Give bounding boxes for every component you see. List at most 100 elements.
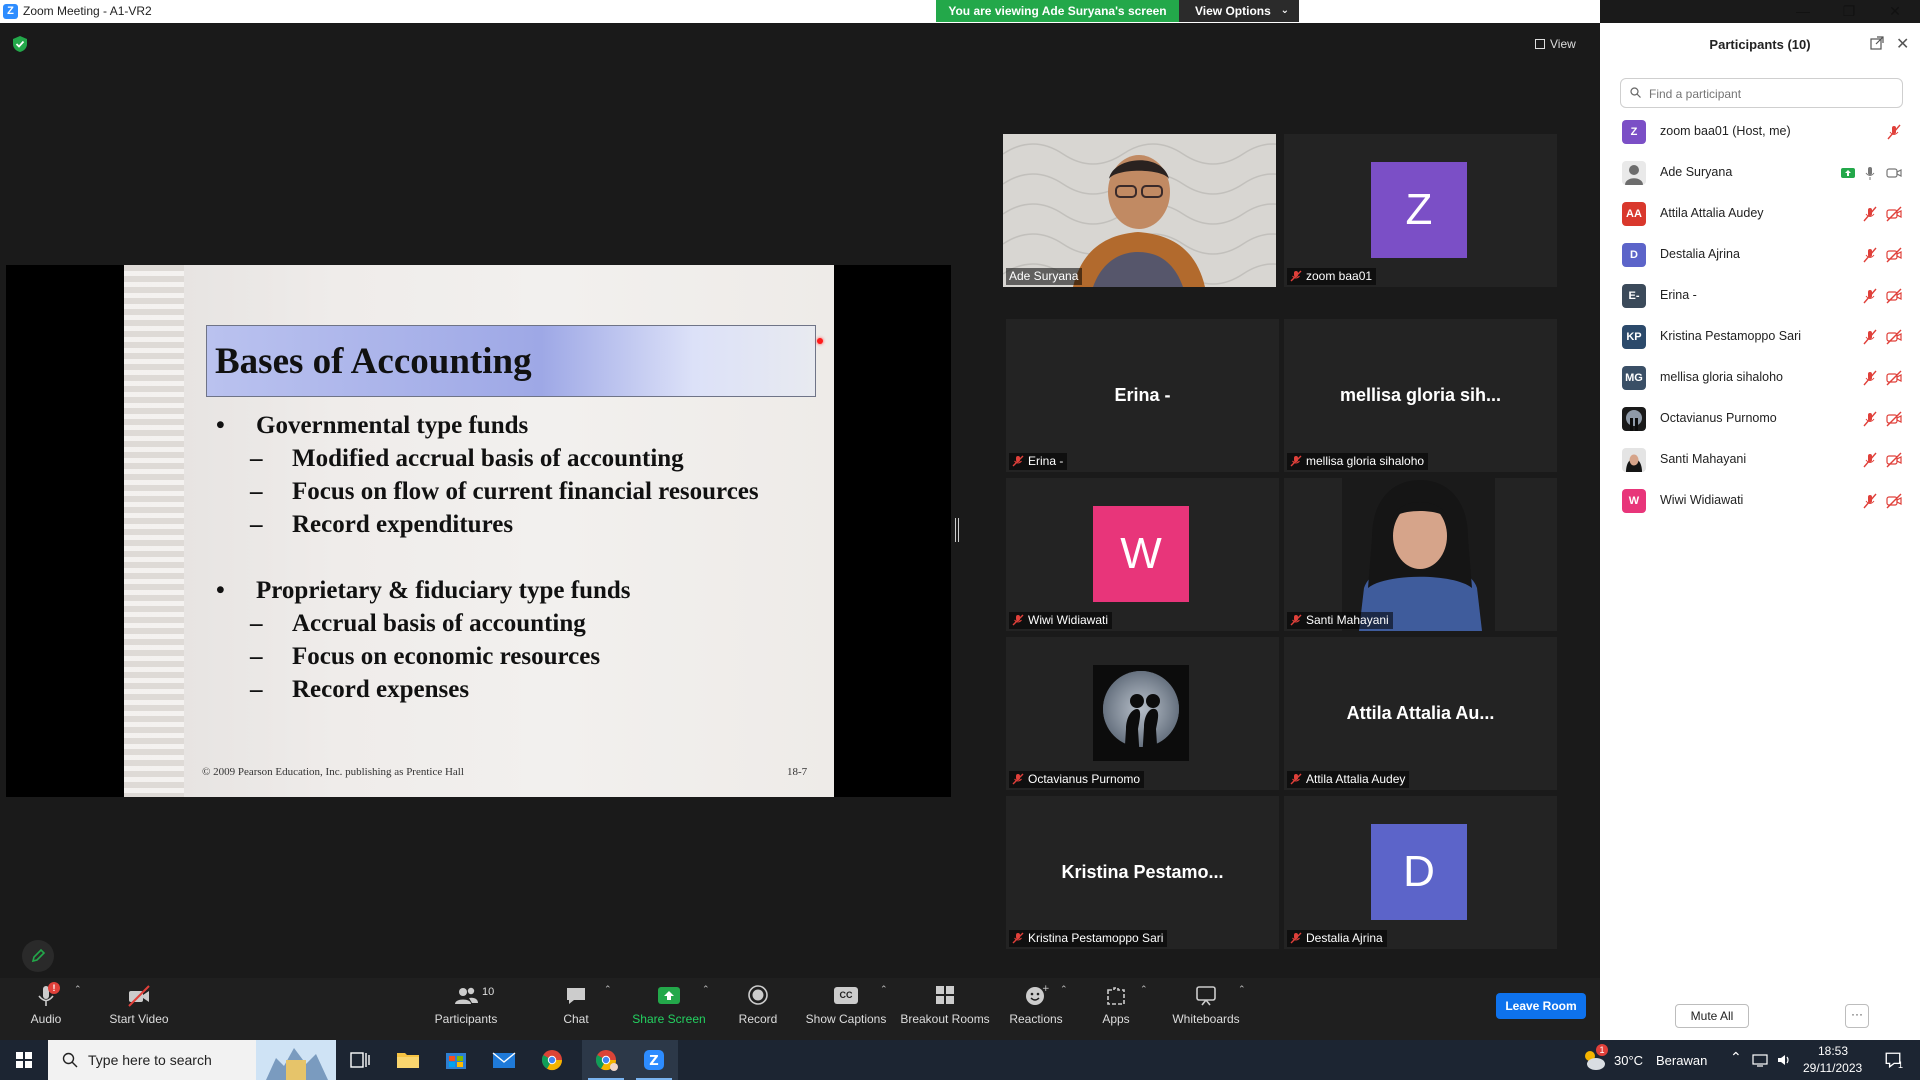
view-label: View [1550,37,1576,51]
mic-muted-icon [1290,773,1302,785]
audio-button[interactable]: ! Audio [24,980,68,1038]
record-icon [748,985,768,1005]
mic-muted-icon[interactable] [1862,329,1878,345]
video-off-icon[interactable] [1886,247,1902,263]
tile-name: Kristina Pestamoppo Sari [1028,931,1164,945]
mic-muted-icon[interactable] [1862,247,1878,263]
reactions-button[interactable]: + Reactions [1008,980,1064,1038]
mic-muted-icon[interactable] [1862,206,1878,222]
video-tile-wiwi[interactable]: W Wiwi Widiawati [1006,478,1279,631]
video-off-icon[interactable] [1886,329,1902,345]
video-tile-ade-suryana[interactable]: Ade Suryana [1003,134,1276,287]
task-view-icon[interactable] [336,1040,384,1080]
popout-icon[interactable] [1870,36,1884,50]
shield-icon[interactable] [12,35,28,53]
participants-button[interactable]: 10 Participants [434,980,498,1038]
chevron-up-icon[interactable]: ⌃ [1140,984,1148,995]
video-off-icon[interactable] [1886,493,1902,509]
video-tile-erina[interactable]: Erina - Erina - [1006,319,1279,472]
participant-row[interactable]: Z zoom baa01 (Host, me) [1600,111,1920,152]
video-off-icon[interactable] [1886,452,1902,468]
chat-button[interactable]: Chat [556,980,596,1038]
video-off-icon[interactable] [1886,288,1902,304]
close-panel-button[interactable]: ✕ [1896,34,1909,54]
chevron-up-icon[interactable]: ⌃ [74,984,82,995]
mic-muted-icon[interactable] [1862,493,1878,509]
participant-row[interactable]: Ade Suryana [1600,152,1920,193]
participant-row[interactable]: Santi Mahayani [1600,439,1920,480]
clock-date[interactable]: 29/11/2023 [1803,1061,1862,1075]
video-tile-destalia[interactable]: D Destalia Ajrina [1284,796,1557,949]
participant-search-field[interactable] [1620,78,1903,108]
show-captions-button[interactable]: CC Show Captions [804,980,888,1038]
svg-text:Z: Z [649,1054,658,1069]
store-icon[interactable] [432,1040,480,1080]
search-icon [1630,87,1641,98]
apps-button[interactable]: Apps [1096,980,1136,1038]
chevron-up-icon[interactable]: ⌃ [1060,984,1068,995]
close-window-button[interactable]: ✕ [1872,0,1918,22]
mic-muted-icon[interactable] [1862,411,1878,427]
participant-row[interactable]: AA Attila Attalia Audey [1600,193,1920,234]
video-tile-kristina[interactable]: Kristina Pestamo... Kristina Pestamoppo … [1006,796,1279,949]
video-camera-icon[interactable] [1886,165,1902,181]
mic-muted-icon [1012,773,1024,785]
participant-avatar: E- [1622,284,1646,308]
breakout-rooms-button[interactable]: Breakout Rooms [900,980,990,1038]
video-tile-octavianus[interactable]: Octavianus Purnomo [1006,637,1279,790]
mail-icon[interactable] [480,1040,528,1080]
chevron-up-icon[interactable]: ⌃ [880,984,888,995]
view-options-button[interactable]: View Options ⌄ [1179,0,1299,22]
chevron-up-icon[interactable]: ⌃ [1238,984,1246,995]
record-button[interactable]: Record [736,980,780,1038]
chrome-profile-icon[interactable] [582,1040,630,1080]
chevron-up-icon[interactable]: ⌃ [604,984,612,995]
mic-muted-icon[interactable] [1862,370,1878,386]
video-off-icon[interactable] [1886,370,1902,386]
file-explorer-icon[interactable] [384,1040,432,1080]
taskbar-search[interactable]: Type here to search [48,1040,336,1080]
weather-temperature[interactable]: 30°C [1614,1053,1643,1068]
mic-muted-icon[interactable] [1886,124,1902,140]
participant-row[interactable]: W Wiwi Widiawati [1600,480,1920,521]
video-tile-santi[interactable]: Santi Mahayani [1284,478,1557,631]
notification-count: 1 [1898,1060,1904,1070]
video-tile-mellisa[interactable]: mellisa gloria sih... mellisa gloria sih… [1284,319,1557,472]
chrome-icon[interactable] [528,1040,576,1080]
restore-button[interactable]: ❐ [1826,0,1872,22]
participant-row[interactable]: KP Kristina Pestamoppo Sari [1600,316,1920,357]
leave-room-button[interactable]: Leave Room [1496,993,1586,1019]
video-off-icon[interactable] [1886,206,1902,222]
start-video-button[interactable]: Start Video [104,980,174,1038]
video-tile-attila[interactable]: Attila Attalia Au... Attila Attalia Aude… [1284,637,1557,790]
participants-icon [455,987,478,1004]
more-options-button[interactable]: ··· [1845,1004,1869,1028]
whiteboards-button[interactable]: Whiteboards [1170,980,1242,1038]
view-button[interactable]: View [1535,33,1589,55]
zoom-taskbar-icon[interactable]: Z [630,1040,678,1080]
microphone-icon[interactable] [1862,165,1878,181]
windows-start-icon[interactable] [0,1040,48,1080]
video-off-icon[interactable] [1886,411,1902,427]
resize-splitter[interactable] [955,518,960,542]
participant-row[interactable]: Octavianus Purnomo [1600,398,1920,439]
chevron-up-icon[interactable]: ⌃ [702,984,710,995]
mic-muted-icon[interactable] [1862,288,1878,304]
shared-screen[interactable]: Bases of Accounting • Governmental type f… [6,265,951,797]
participant-row[interactable]: MG mellisa gloria sihaloho [1600,357,1920,398]
video-tile-zoom-baa01[interactable]: Z zoom baa01 [1284,134,1557,287]
mic-muted-icon[interactable] [1862,452,1878,468]
participant-search-input[interactable] [1647,83,1891,105]
mute-all-button[interactable]: Mute All [1675,1004,1749,1028]
weather-description[interactable]: Berawan [1656,1053,1707,1068]
participant-row[interactable]: D Destalia Ajrina [1600,234,1920,275]
minimize-button[interactable]: — [1780,0,1826,22]
mic-muted-icon [1290,455,1302,467]
annotate-button[interactable] [22,940,54,972]
tray-overflow-chevron-icon[interactable]: ⌃ [1730,1049,1742,1066]
volume-icon[interactable] [1776,1052,1792,1068]
participant-row[interactable]: E- Erina - [1600,275,1920,316]
share-screen-button[interactable]: Share Screen [632,980,706,1038]
network-icon[interactable] [1752,1052,1768,1068]
clock-time[interactable]: 18:53 [1818,1044,1848,1058]
